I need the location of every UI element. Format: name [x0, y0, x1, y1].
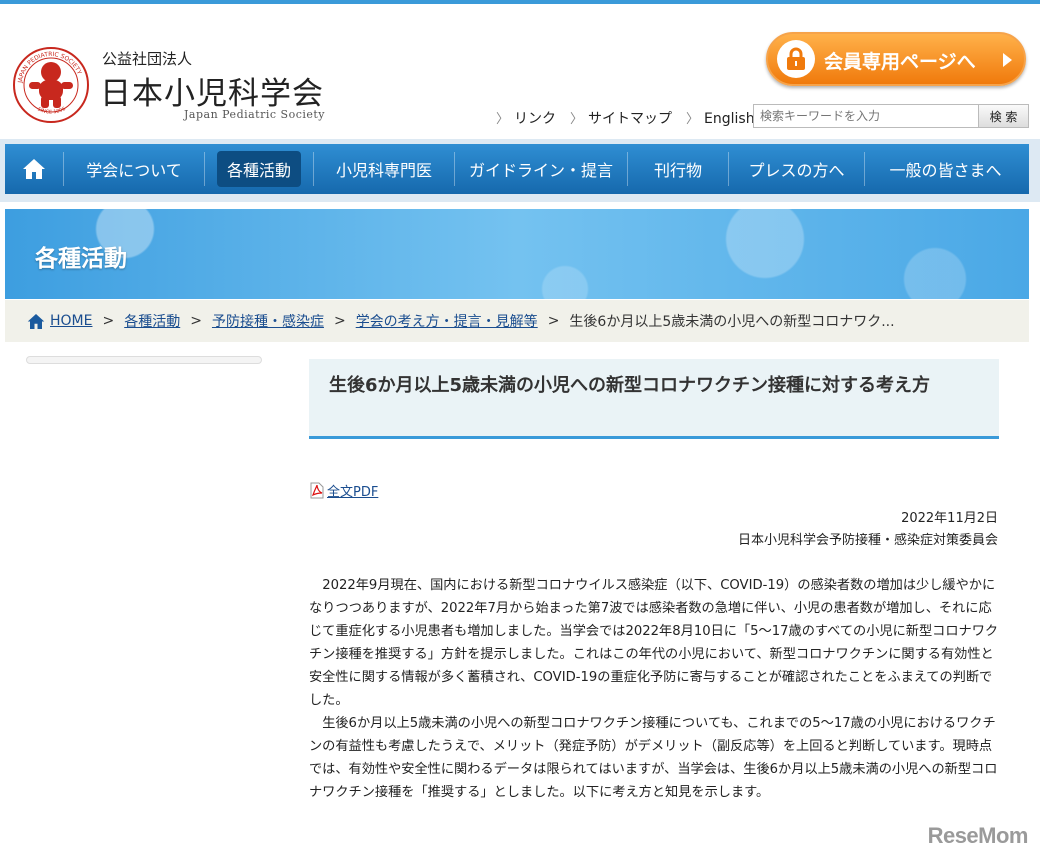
home-icon — [23, 159, 45, 179]
nav-item-guidelines[interactable]: ガイドライン・提言 — [455, 144, 627, 194]
nav-label: 刊行物 — [653, 161, 702, 180]
paragraph: 生後6か月以上5歳未満の小児への新型コロナワクチン接種についても、これまでの5～… — [309, 716, 998, 800]
search-button[interactable]: 検 索 — [978, 105, 1028, 127]
breadcrumb-separator: > — [102, 313, 115, 329]
nav-label: 学会について — [86, 161, 182, 180]
english-label[interactable]: English — [704, 111, 755, 127]
article-body: 2022年9月現在、国内における新型コロナウイルス感染症（以下、COVID-19… — [309, 574, 999, 804]
society-logo[interactable]: JAPAN PEDIATRIC SOCIETY SINCE 1896 — [12, 46, 90, 124]
chevron-right-icon: 〉 — [686, 112, 700, 127]
section-banner: 各種活動 — [5, 209, 1029, 299]
breadcrumb-vaccination[interactable]: 予防接種・感染症 — [212, 311, 324, 331]
chevron-right-icon: 〉 — [496, 112, 510, 127]
arrow-right-icon — [1003, 53, 1012, 67]
pdf-icon — [310, 482, 324, 499]
breadcrumb-activities[interactable]: 各種活動 — [124, 311, 180, 331]
sidebar-divider — [26, 356, 262, 364]
pdf-link-label[interactable]: 全文PDF — [327, 481, 378, 500]
nav-item-publications[interactable]: 刊行物 — [628, 144, 728, 194]
nav-item-press[interactable]: プレスの方へ — [729, 144, 864, 194]
breadcrumb-separator: > — [333, 313, 346, 329]
util-link-english[interactable]: 〉 English — [686, 108, 755, 128]
paragraph: 2022年9月現在、国内における新型コロナウイルス感染症（以下、COVID-19… — [309, 578, 999, 708]
nav-item-about[interactable]: 学会について — [64, 144, 204, 194]
breadcrumb: HOME > 各種活動 > 予防接種・感染症 > 学会の考え方・提言・見解等 >… — [5, 300, 1029, 342]
nav-label: ガイドライン・提言 — [468, 161, 613, 180]
member-page-button[interactable]: 会員専用ページへ — [766, 32, 1026, 86]
util-link-links[interactable]: 〉リンク — [496, 108, 556, 128]
breadcrumb-statements[interactable]: 学会の考え方・提言・見解等 — [356, 311, 538, 331]
pdf-download[interactable]: 全文PDF — [309, 481, 378, 500]
nav-label: 一般の皆さまへ — [889, 161, 1002, 180]
article-title: 生後6か月以上5歳未満の小児への新型コロナワクチン接種に対する考え方 — [329, 375, 931, 396]
site-search: 検 索 — [753, 104, 1029, 128]
member-button-label: 会員専用ページへ — [824, 51, 976, 73]
breadcrumb-home[interactable]: HOME — [50, 313, 92, 329]
chevron-right-icon: 〉 — [570, 112, 584, 127]
search-input[interactable] — [754, 105, 980, 127]
home-icon — [27, 313, 45, 329]
nav-item-public[interactable]: 一般の皆さまへ — [865, 144, 1026, 194]
breadcrumb-separator: > — [547, 313, 560, 329]
nav-home[interactable] — [5, 144, 63, 194]
breadcrumb-current: 生後6か月以上5歳未満の小児への新型コロナワク... — [569, 314, 895, 330]
link-label[interactable]: リンク — [514, 111, 556, 127]
util-link-sitemap[interactable]: 〉サイトマップ — [570, 108, 672, 128]
section-title: 各種活動 — [35, 246, 127, 272]
sitemap-label[interactable]: サイトマップ — [588, 111, 672, 127]
lock-icon — [777, 40, 815, 78]
publish-date: 2022年11月2日 — [901, 511, 998, 526]
watermark-logo: ReseMom — [927, 823, 1029, 848]
org-name[interactable]: 日本小児科学会 — [100, 68, 324, 113]
nav-label: プレスの方へ — [748, 161, 845, 180]
breadcrumb-separator: > — [190, 313, 202, 329]
committee-name: 日本小児科学会予防接種・感染症対策委員会 — [737, 533, 998, 548]
org-name-en: Japan Pediatric Society — [184, 108, 326, 121]
nav-item-specialist[interactable]: 小児科専門医 — [314, 144, 454, 194]
article-title-box: 生後6か月以上5歳未満の小児への新型コロナワクチン接種に対する考え方 — [309, 359, 999, 439]
top-accent-line — [0, 0, 1040, 4]
utility-links: 〉リンク 〉サイトマップ 〉 English — [496, 108, 755, 128]
global-nav: 学会について 各種活動 小児科専門医 ガイドライン・提言 刊行物 プレスの方へ … — [5, 144, 1029, 194]
nav-label: 各種活動 — [216, 151, 301, 187]
nav-item-activities[interactable]: 各種活動 — [205, 144, 313, 194]
org-type-label: 公益社団法人 — [102, 50, 193, 68]
nav-label: 小児科専門医 — [335, 161, 432, 180]
